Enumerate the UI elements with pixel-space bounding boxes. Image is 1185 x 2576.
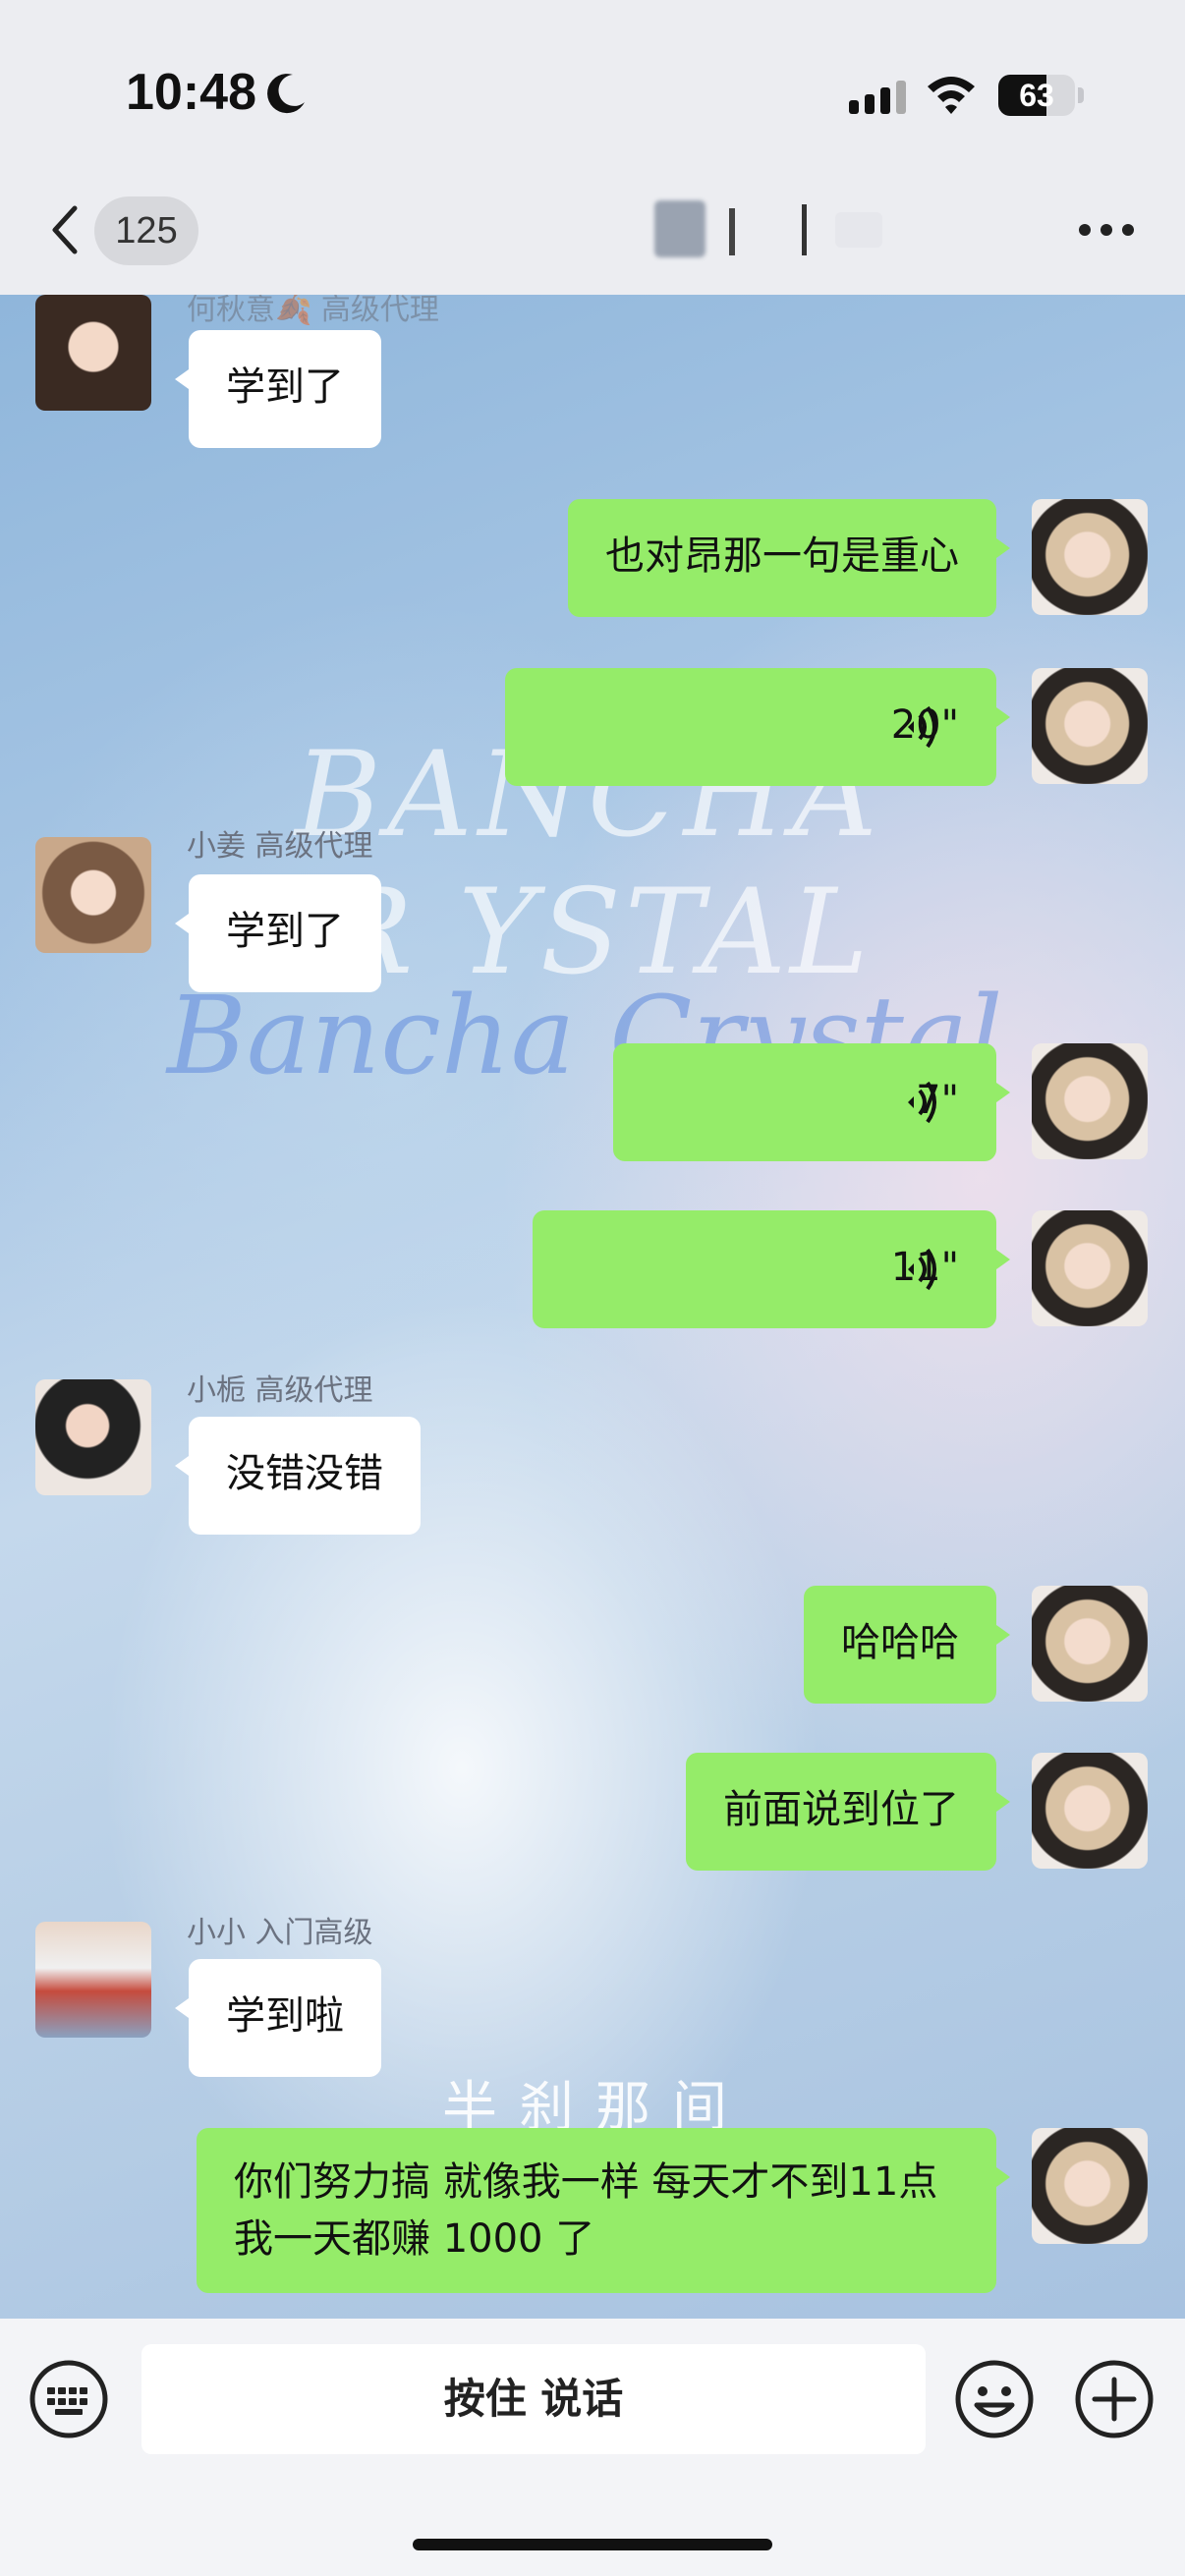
status-time: 10:48 (126, 64, 256, 121)
battery-percent: 63 (1019, 78, 1054, 113)
message-bubble-outgoing[interactable]: 你们努力搞 就像我一样 每天才不到11点我一天都赚 1000 了 (197, 2128, 1010, 2293)
avatar-self[interactable] (1032, 1210, 1148, 1326)
voice-message-bubble[interactable]: 20" (505, 668, 1010, 786)
message-bubble-incoming[interactable]: 学到了 (175, 330, 381, 448)
chat-title-obscured (649, 200, 904, 259)
wifi-icon (928, 77, 975, 114)
message-bubble-incoming[interactable]: 学到啦 (175, 1959, 381, 2077)
voice-wave-icon (908, 1081, 936, 1124)
press-to-talk-button[interactable]: 按住 说话 (141, 2344, 926, 2454)
top-bar: 10:48 63 125 (0, 0, 1185, 295)
sender-name: 小姜 高级代理 (187, 829, 373, 864)
message-bubble-incoming[interactable]: 没错没错 (175, 1417, 421, 1535)
home-indicator (413, 2539, 772, 2550)
emoji-icon[interactable] (953, 2358, 1036, 2440)
message-bubble-outgoing[interactable]: 也对昂那一句是重心 (568, 499, 1010, 617)
avatar-self[interactable] (1032, 499, 1148, 615)
plus-icon[interactable] (1073, 2358, 1156, 2440)
battery-tip (1078, 87, 1084, 103)
sender-name: 小栀 高级代理 (187, 1373, 373, 1408)
voice-message-bubble[interactable]: 7" (613, 1043, 1010, 1161)
keyboard-icon[interactable] (28, 2358, 110, 2440)
avatar[interactable] (35, 295, 151, 411)
cellular-signal-icon (849, 81, 908, 114)
sender-name: 小小 入门高级 (187, 1916, 373, 1950)
avatar-self[interactable] (1032, 2128, 1148, 2244)
message-bubble-incoming[interactable]: 学到了 (175, 874, 381, 992)
input-bar: 按住 说话 (0, 2319, 1185, 2576)
message-bubble-outgoing[interactable]: 哈哈哈 (804, 1586, 1010, 1704)
chat-message-area[interactable]: BANCHA R YSTAL Bancha Crystal 半刹那间 何秋意🍂 … (0, 295, 1185, 2319)
avatar-self[interactable] (1032, 1043, 1148, 1159)
moon-icon (267, 74, 305, 114)
voice-wave-icon (908, 705, 936, 749)
avatar[interactable] (35, 1379, 151, 1495)
avatar-self[interactable] (1032, 1586, 1148, 1702)
avatar[interactable] (35, 837, 151, 953)
voice-wave-icon (908, 1248, 936, 1291)
back-chevron-icon[interactable] (45, 202, 85, 257)
sender-name: 何秋意🍂 高级代理 (187, 295, 439, 327)
avatar[interactable] (35, 1922, 151, 2038)
avatar-self[interactable] (1032, 1753, 1148, 1869)
avatar-self[interactable] (1032, 668, 1148, 784)
battery-indicator: 63 (998, 75, 1075, 116)
more-options-icon[interactable] (1079, 220, 1134, 240)
voice-message-bubble[interactable]: 11" (533, 1210, 1010, 1328)
unread-count-badge[interactable]: 125 (94, 196, 198, 265)
message-bubble-outgoing[interactable]: 前面说到位了 (686, 1753, 1010, 1871)
